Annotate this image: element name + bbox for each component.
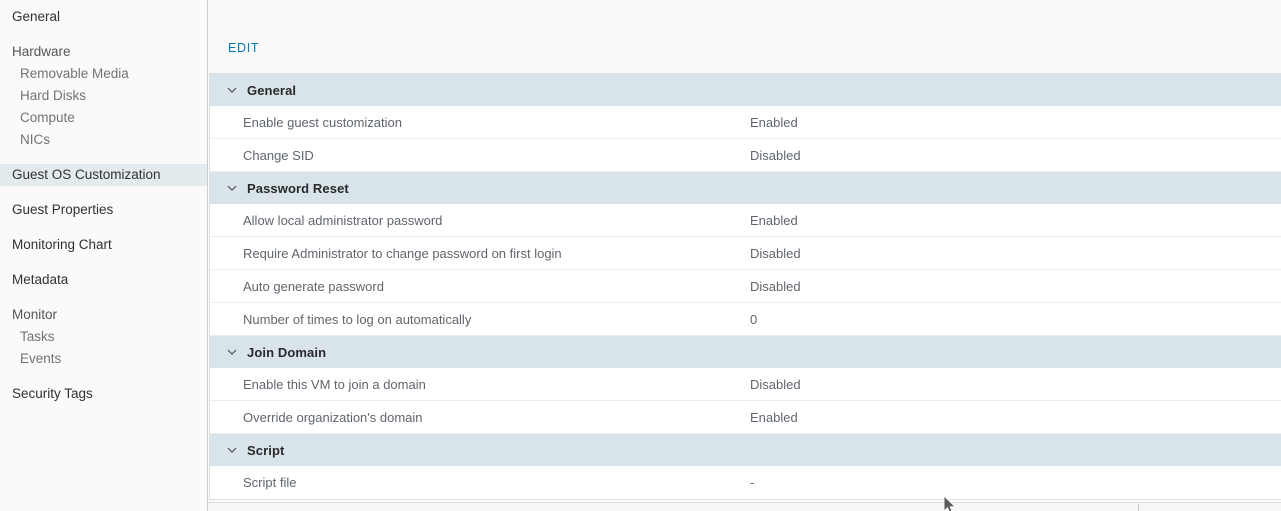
sidebar-item-guest-properties[interactable]: Guest Properties — [0, 199, 207, 221]
section-title: Join Domain — [247, 344, 327, 360]
section-header-join-domain[interactable]: Join Domain — [210, 336, 1281, 368]
row-value: Enabled — [750, 409, 798, 425]
sidebar-item-removable-media[interactable]: Removable Media — [0, 63, 207, 85]
row-label: Allow local administrator password — [243, 212, 443, 228]
row-value: 0 — [750, 311, 758, 327]
table-row: Allow local administrator password Enable… — [210, 204, 1281, 237]
section-header-general[interactable]: General — [210, 74, 1281, 106]
row-label: Enable this VM to join a domain — [243, 376, 426, 392]
horizontal-scrollbar-thumb[interactable] — [424, 504, 1139, 511]
app-root: General Hardware Removable Media Hard Disks… — [0, 0, 1281, 511]
edit-button[interactable]: EDIT — [228, 41, 259, 55]
table-row: Require Administrator to change password… — [210, 237, 1281, 270]
row-value: Disabled — [750, 147, 801, 163]
table-row: Number of times to log on automatically 0 — [210, 303, 1281, 336]
section-title: General — [247, 82, 297, 98]
section-title: Script — [247, 442, 285, 458]
sidebar-item-nics[interactable]: NICs — [0, 129, 207, 151]
table-row: Auto generate password Disabled — [210, 270, 1281, 303]
table-row: Enable this VM to join a domain Disabled — [210, 368, 1281, 401]
section-header-password-reset[interactable]: Password Reset — [210, 172, 1281, 204]
sidebar-item-security-tags[interactable]: Security Tags — [0, 383, 207, 405]
row-value: Enabled — [750, 212, 798, 228]
row-label: Override organization's domain — [243, 409, 423, 425]
sidebar-item-monitor[interactable]: Monitor — [0, 304, 207, 326]
row-value: Disabled — [750, 245, 801, 261]
row-label: Require Administrator to change password… — [243, 245, 562, 261]
sidebar-item-metadata[interactable]: Metadata — [0, 269, 207, 291]
sidebar-item-monitoring-chart[interactable]: Monitoring Chart — [0, 234, 207, 256]
section-header-script[interactable]: Script — [210, 434, 1281, 466]
row-label: Script file — [243, 475, 297, 490]
sidebar-item-guest-os-customization[interactable]: Guest OS Customization — [0, 164, 207, 186]
chevron-down-icon[interactable] — [226, 346, 238, 358]
chevron-down-icon[interactable] — [226, 84, 238, 96]
table-row: Override organization's domain Enabled — [210, 401, 1281, 434]
main-panel: EDIT General Enable guest customization En… — [208, 0, 1281, 511]
sidebar-nav: General Hardware Removable Media Hard Disks… — [0, 0, 208, 511]
sidebar-item-hard-disks[interactable]: Hard Disks — [0, 85, 207, 107]
row-label: Enable guest customization — [243, 114, 402, 130]
row-label: Number of times to log on automatically — [243, 311, 472, 327]
chevron-down-icon[interactable] — [226, 182, 238, 194]
row-value: Disabled — [750, 278, 801, 294]
settings-table: General Enable guest customization Enabled… — [209, 73, 1281, 500]
table-row: Script file - — [210, 466, 1281, 499]
sidebar-item-compute[interactable]: Compute — [0, 107, 207, 129]
row-value: Enabled — [750, 114, 798, 130]
section-title: Password Reset — [247, 180, 349, 196]
row-label: Change SID — [243, 147, 314, 163]
row-label: Auto generate password — [243, 278, 384, 294]
toolbar: EDIT — [208, 0, 1281, 73]
sidebar-item-tasks[interactable]: Tasks — [0, 326, 207, 348]
sidebar-item-hardware[interactable]: Hardware — [0, 41, 207, 63]
sidebar-item-events[interactable]: Events — [0, 348, 207, 370]
table-row: Change SID Disabled — [210, 139, 1281, 172]
row-value: Disabled — [750, 376, 801, 392]
chevron-down-icon[interactable] — [226, 444, 238, 456]
sidebar-item-general[interactable]: General — [0, 6, 207, 28]
horizontal-scrollbar[interactable] — [208, 502, 1281, 511]
row-value: - — [750, 475, 755, 490]
table-row: Enable guest customization Enabled — [210, 106, 1281, 139]
